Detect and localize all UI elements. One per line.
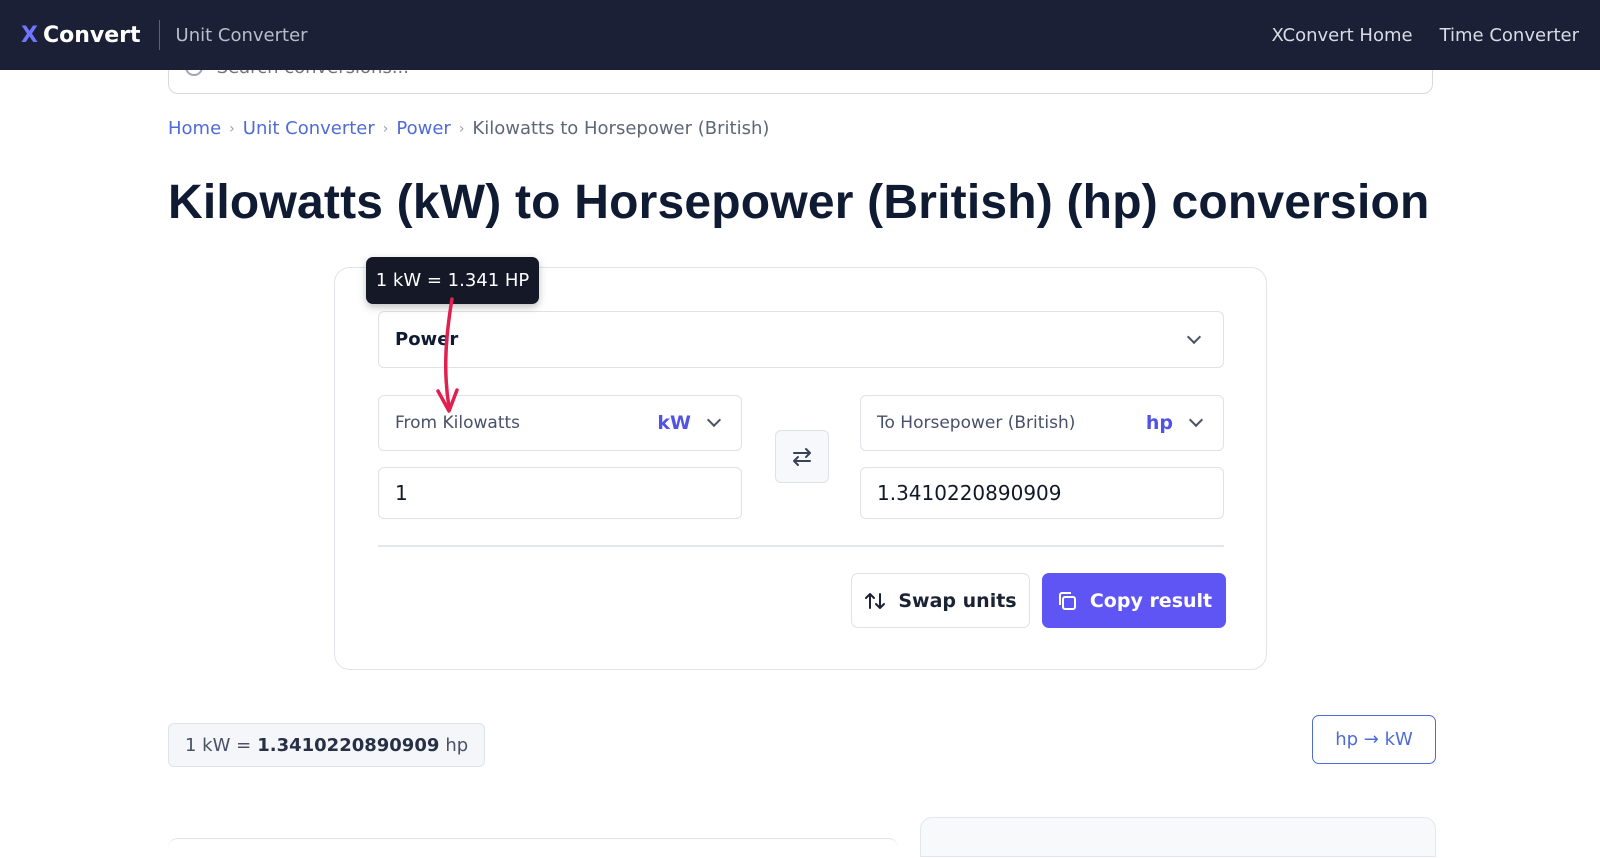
swap-vertical-icon — [865, 592, 886, 609]
category-select[interactable]: Power — [378, 311, 1224, 368]
from-value-input[interactable] — [378, 467, 742, 519]
result-summary: 1 kW = 1.3410220890909 hp — [168, 723, 486, 767]
chevron-right-icon: › — [229, 120, 235, 137]
logo-divider — [158, 20, 160, 50]
chevron-right-icon: › — [382, 120, 389, 137]
swap-horizontal-icon — [793, 447, 811, 466]
content-panel-right — [920, 817, 1436, 857]
breadcrumb-home[interactable]: Home — [168, 118, 221, 139]
to-unit-abbr: hp — [1145, 412, 1173, 434]
chevron-down-icon — [1188, 412, 1204, 428]
from-unit-abbr: kW — [657, 412, 691, 434]
nav-link-time-converter[interactable]: Time Converter — [1440, 25, 1579, 46]
site-logo[interactable]: X Convert — [21, 23, 141, 48]
top-nav: XConvert Home Time Converter — [1272, 25, 1580, 46]
swap-direction-button[interactable] — [775, 430, 829, 483]
result-value: 1.3410220890909 — [257, 734, 440, 756]
chevron-down-icon — [706, 412, 722, 428]
breadcrumb-power[interactable]: Power — [396, 118, 450, 139]
reverse-conversion-link[interactable]: hp → kW — [1312, 715, 1436, 764]
nav-link-xconvert-home[interactable]: XConvert Home — [1272, 25, 1413, 46]
logo-x-mark: X — [21, 22, 38, 48]
top-navigation-bar: X Convert Unit Converter XConvert Home T… — [0, 0, 1600, 70]
card-divider — [378, 545, 1224, 547]
breadcrumb-current: Kilowatts to Horsepower (British) — [472, 118, 770, 139]
page-title: Kilowatts (kW) to Horsepower (British) (… — [168, 176, 1430, 229]
logo-text: Convert — [42, 22, 141, 48]
result-prefix: 1 kW = — [185, 734, 252, 756]
breadcrumb-unit-converter[interactable]: Unit Converter — [243, 118, 375, 139]
copy-result-button[interactable]: Copy result — [1042, 573, 1226, 628]
swap-units-button[interactable]: Swap units — [851, 573, 1030, 628]
swap-units-label: Swap units — [898, 589, 1017, 612]
result-unit: hp — [445, 734, 469, 756]
copy-result-label: Copy result — [1089, 589, 1213, 612]
content-panel-left — [168, 838, 898, 858]
to-unit-select[interactable]: To Horsepower (British) hp — [860, 395, 1224, 451]
copy-icon — [1058, 591, 1076, 610]
annotation-arrow-icon — [436, 297, 459, 413]
to-value-input[interactable] — [860, 467, 1224, 519]
breadcrumb: Home › Unit Converter › Power › Kilowatt… — [168, 118, 769, 139]
site-subtitle: Unit Converter — [175, 24, 308, 46]
chevron-right-icon: › — [458, 120, 465, 137]
to-unit-label: To Horsepower (British) — [877, 413, 1076, 433]
chevron-down-icon — [1186, 329, 1202, 344]
